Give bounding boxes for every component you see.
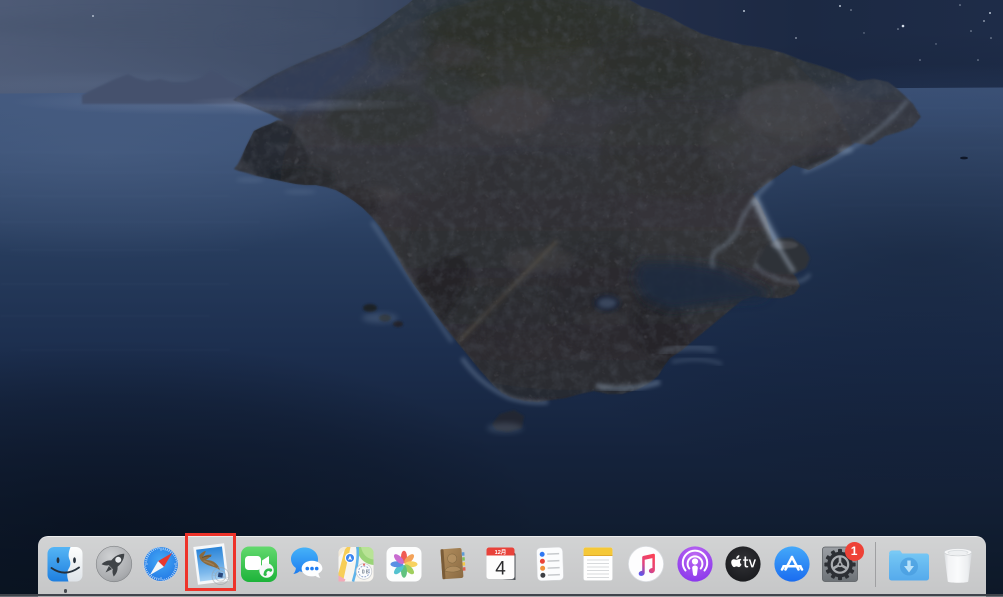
svg-text:4: 4	[495, 559, 506, 580]
svg-text:12月: 12月	[495, 548, 507, 556]
